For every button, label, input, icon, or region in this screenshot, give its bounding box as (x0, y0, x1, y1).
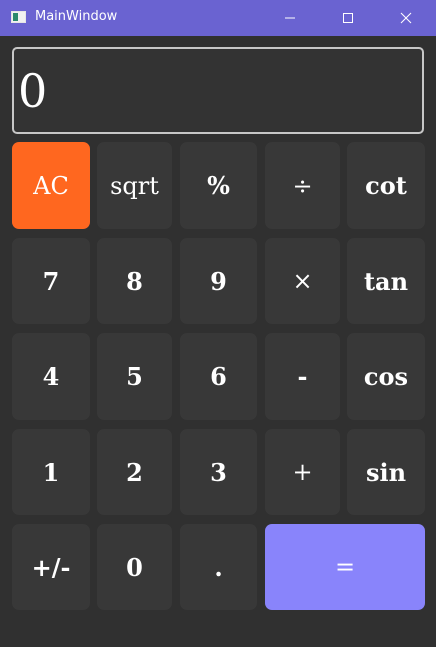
digit-5-button[interactable]: 5 (97, 333, 172, 420)
tan-button[interactable]: tan (347, 238, 425, 324)
display-value: 0 (18, 64, 48, 118)
digit-2-button[interactable]: 2 (97, 429, 172, 515)
window-title: MainWindow (35, 9, 118, 24)
sqrt-button[interactable]: sqrt (97, 142, 172, 229)
digit-9-button[interactable]: 9 (180, 238, 257, 324)
maximize-button[interactable] (319, 0, 377, 36)
maximize-icon (343, 13, 353, 23)
digit-6-button[interactable]: 6 (180, 333, 257, 420)
digit-8-button[interactable]: 8 (97, 238, 172, 324)
cot-button[interactable]: cot (347, 142, 425, 229)
multiply-button[interactable]: × (265, 238, 340, 324)
minimize-icon (285, 17, 295, 19)
digit-1-button[interactable]: 1 (12, 429, 90, 515)
sin-button[interactable]: sin (347, 429, 425, 515)
result-display[interactable]: 0 (12, 47, 424, 134)
equals-button[interactable]: = (265, 524, 425, 610)
percent-button[interactable]: % (180, 142, 257, 229)
digit-0-button[interactable]: 0 (97, 524, 172, 610)
cos-button[interactable]: cos (347, 333, 425, 420)
clear-button[interactable]: AC (12, 142, 90, 229)
divide-button[interactable]: ÷ (265, 142, 340, 229)
digit-7-button[interactable]: 7 (12, 238, 90, 324)
plus-button[interactable]: + (265, 429, 340, 515)
decimal-button[interactable]: . (180, 524, 257, 610)
negate-button[interactable]: +/- (12, 524, 90, 610)
minus-button[interactable]: - (265, 333, 340, 420)
digit-4-button[interactable]: 4 (12, 333, 90, 420)
close-button[interactable] (377, 0, 435, 36)
digit-3-button[interactable]: 3 (180, 429, 257, 515)
minimize-button[interactable] (261, 0, 319, 36)
close-icon (400, 12, 412, 24)
calculator-window: MainWindow 0 AC sqrt % ÷ cot 7 8 9 × tan… (0, 0, 436, 647)
app-icon (11, 11, 26, 23)
title-bar[interactable]: MainWindow (0, 0, 436, 36)
